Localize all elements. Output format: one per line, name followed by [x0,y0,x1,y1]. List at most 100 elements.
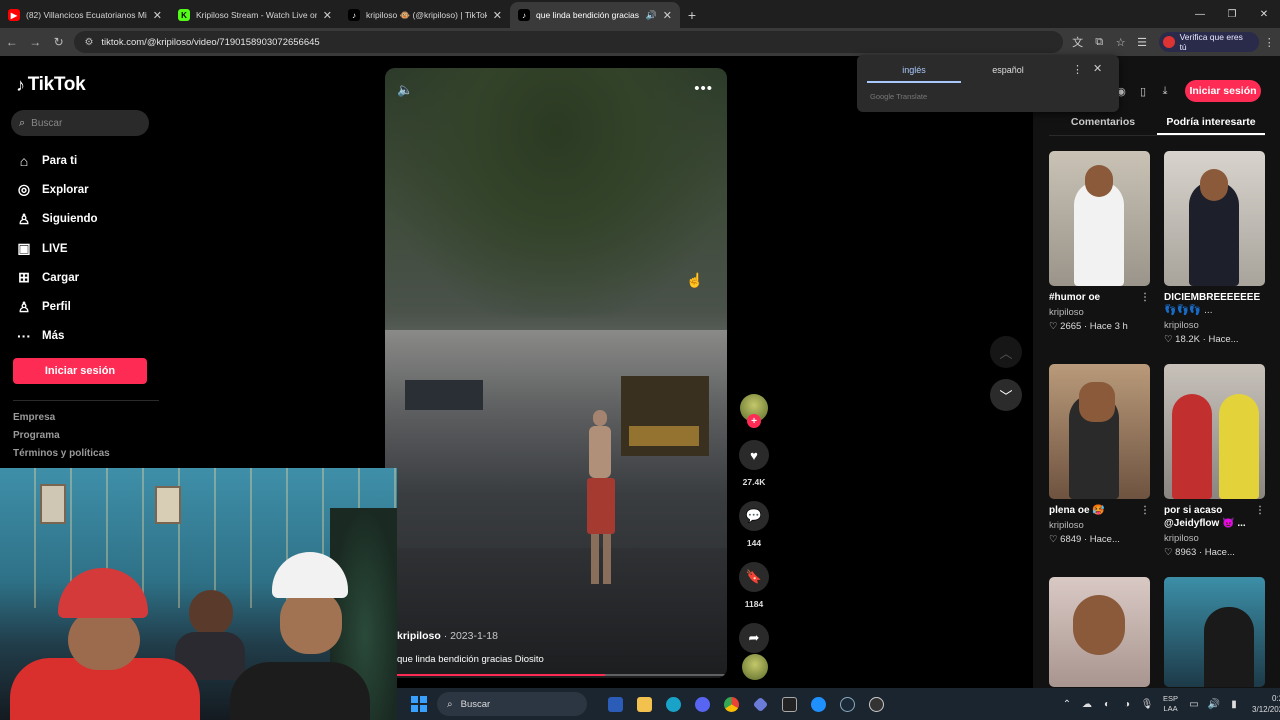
close-window-icon[interactable]: ✕ [1248,0,1280,28]
follow-plus-icon[interactable]: + [747,414,761,428]
card-author[interactable]: kripiloso [1049,307,1150,318]
footer-link-programa[interactable]: Programa [13,430,110,448]
like-action[interactable]: ♥ 27.4K [736,440,772,487]
volume-icon[interactable]: 🔊 [1204,699,1224,710]
reload-icon[interactable]: ↻ [47,30,70,54]
video-thumbnail[interactable] [1049,364,1150,499]
previous-video-button[interactable]: ︿ [990,336,1022,368]
video-card[interactable]: plena oe 🥵 ⋮ kripiloso ♡ 6849 · Hace... [1049,364,1150,545]
tab-podria-interesarte[interactable]: Podría interesarte [1157,112,1265,135]
tray-app-icon[interactable]: ◐ [1097,699,1117,710]
sidebar-item-siguiendo[interactable]: ♙ Siguiendo [14,205,98,234]
card-author[interactable]: kripiloso [1164,320,1265,331]
bookmark-icon[interactable]: 🔖 [739,562,769,592]
save-action[interactable]: 🔖 1184 [736,562,772,609]
more-options-icon[interactable]: ••• [694,80,713,97]
translate-lang-espanol[interactable]: español [961,61,1055,83]
edge-icon[interactable] [659,692,688,716]
browser-tab[interactable]: ♪ kripiloso 🐵 (@kripiloso) | TikTok ✕ [340,2,510,28]
video-card[interactable]: por si acaso ⋮ @Jeidyflow 👿 ... kripiloso… [1164,364,1265,558]
steam-icon[interactable] [833,692,862,716]
browser-tab[interactable]: K Kripiloso Stream - Watch Live on Kick … [170,2,340,28]
new-tab-button[interactable]: + [680,2,704,28]
word-icon[interactable] [601,692,630,716]
sidebar-item-live[interactable]: ▣ LIVE [14,234,98,263]
volume-icon[interactable]: 🔈 [397,82,413,98]
card-more-icon[interactable]: ⋮ [1140,505,1150,516]
video-author[interactable]: kripiloso [397,630,441,642]
close-tab-icon[interactable]: ✕ [663,9,672,22]
card-author[interactable]: kripiloso [1049,520,1150,531]
minimize-icon[interactable]: — [1184,0,1216,28]
epic-games-icon[interactable] [775,692,804,716]
url-input[interactable]: ⚙ tiktok.com/@kripiloso/video/7190158903… [74,31,1063,53]
download-icon[interactable]: ⤓ [1154,80,1176,102]
app-icon[interactable] [746,692,775,716]
tiktok-logo[interactable]: ♪ TikTok [16,74,86,96]
translate-icon[interactable]: 文 [1067,31,1088,53]
search-box[interactable]: ⌕ [11,110,149,136]
windows-start-icon[interactable] [411,696,427,712]
app-icon[interactable] [804,692,833,716]
login-button-top[interactable]: Iniciar sesión [1185,80,1261,102]
video-progress-bar[interactable] [397,674,727,676]
author-avatar[interactable]: + [740,394,768,428]
close-tab-icon[interactable]: ✕ [493,9,502,22]
site-info-icon[interactable]: ⚙ [84,37,93,48]
video-thumbnail[interactable] [1164,364,1265,499]
comment-action[interactable]: 💬 144 [736,501,772,548]
reading-list-icon[interactable]: ☰ [1131,31,1152,53]
network-icon[interactable]: ▭ [1184,699,1204,710]
heart-icon[interactable]: ♥ [739,440,769,470]
keyboard-language[interactable]: ESP LAA [1163,694,1178,714]
cast-icon[interactable]: ⧉ [1088,31,1109,53]
chevron-up-icon[interactable]: ⌃ [1057,699,1077,710]
video-card[interactable]: DICIEMBREEEEEEE 👣👣👣 ... kripiloso ♡ 18.2… [1164,151,1265,345]
login-button[interactable]: Iniciar sesión [13,358,147,384]
bookmark-star-icon[interactable]: ☆ [1110,31,1131,53]
sidebar-item-perfil[interactable]: ♙ Perfil [14,292,98,321]
kebab-menu-icon[interactable]: ⋮ [1259,31,1280,53]
comment-icon[interactable]: 💬 [739,501,769,531]
next-video-button[interactable]: ﹀ [990,379,1022,411]
translate-close-icon[interactable]: ✕ [1093,62,1102,75]
browser-tab-active[interactable]: ♪ que linda bendición gracias Diosito 🔊 … [510,2,680,28]
video-thumbnail[interactable] [1164,151,1265,286]
cloud-icon[interactable]: ☁ [1077,699,1097,710]
tray-app-icon[interactable]: ◑ [1117,699,1137,710]
close-tab-icon[interactable]: ✕ [153,9,162,22]
translate-more-icon[interactable]: ⋮ [1072,63,1083,76]
tab-comentarios[interactable]: Comentarios [1049,112,1157,135]
battery-icon[interactable]: ▮ [1224,699,1244,710]
folder-icon[interactable] [630,692,659,716]
restore-icon[interactable]: ❐ [1216,0,1248,28]
sidebar-item-cargar[interactable]: ⊞ Cargar [14,263,98,292]
sidebar-item-explorar[interactable]: ◎ Explorar [14,175,98,204]
video-card[interactable]: #humor oe ⋮ kripiloso ♡ 2665 · Hace 3 h [1049,151,1150,332]
translate-lang-ingles[interactable]: inglés [867,61,961,83]
video-thumbnail[interactable] [1049,577,1150,687]
share-icon[interactable]: ➦ [739,623,769,653]
card-more-icon[interactable]: ⋮ [1255,505,1265,516]
card-author[interactable]: kripiloso [1164,533,1265,544]
taskbar-search[interactable]: ⌕ Buscar [437,692,587,716]
video-thumbnail[interactable] [1164,577,1265,687]
forward-icon[interactable]: → [23,30,46,54]
sidebar-item-para-ti[interactable]: ⌂ Para ti [14,146,98,175]
profile-verify-button[interactable]: Verifica que eres tú [1158,32,1259,52]
speaker-icon[interactable]: 🔊 [646,10,657,21]
video-card[interactable] [1049,577,1150,687]
card-more-icon[interactable]: ⋮ [1140,292,1150,303]
footer-link-terminos[interactable]: Términos y políticas [13,448,110,466]
browser-tab[interactable]: ▶ (82) Villancicos Ecuatorianos Mix ✕ [0,2,170,28]
back-icon[interactable]: ← [0,30,23,54]
sidebar-item-mas[interactable]: ··· Más [14,322,98,351]
footer-link-empresa[interactable]: Empresa [13,412,110,430]
next-author-avatar[interactable] [742,654,768,680]
close-tab-icon[interactable]: ✕ [323,9,332,22]
chrome-icon[interactable] [717,692,746,716]
device-icon[interactable]: ▯ [1132,80,1154,102]
search-input[interactable] [31,117,132,129]
microphone-icon[interactable]: 🎙 [1137,699,1157,710]
video-thumbnail[interactable] [1049,151,1150,286]
